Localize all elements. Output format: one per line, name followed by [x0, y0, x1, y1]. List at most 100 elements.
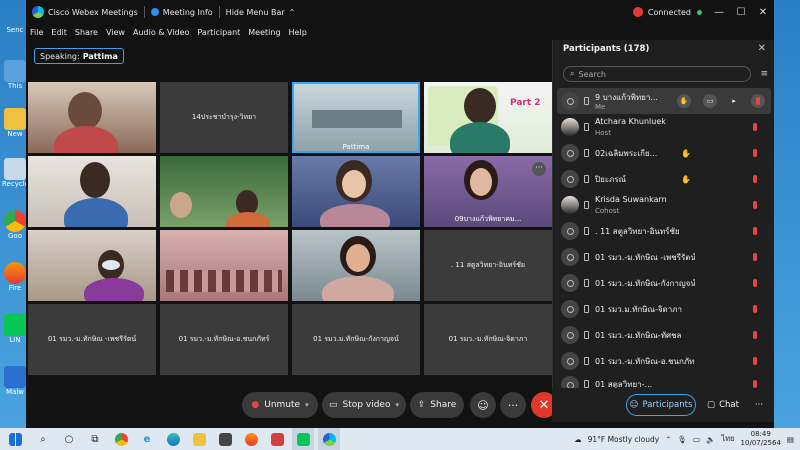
menu-view[interactable]: View: [106, 28, 125, 37]
close-panel-button[interactable]: ✕: [758, 43, 766, 54]
video-tile[interactable]: [28, 82, 156, 153]
microphone-icon[interactable]: 🎙: [677, 435, 687, 444]
folder-icon[interactable]: [4, 108, 26, 130]
phone-icon: [584, 253, 589, 261]
participant-row[interactable]: 01 รมว.-ม.ทักษิณ-อ.ชนกภัทร์: [557, 348, 771, 374]
video-tile[interactable]: [160, 156, 288, 227]
participants-toggle-button[interactable]: ☺ Participants: [626, 394, 696, 416]
video-tile[interactable]: 01 รมว.-ม.ทักษิณ -เพชรีรัตน์: [28, 304, 156, 375]
menu-participant[interactable]: Participant: [197, 28, 240, 37]
share-screen-button[interactable]: ▭: [703, 94, 717, 108]
participant-row[interactable]: . 11 สตูลวิทยา-อินทร์ชัย: [557, 218, 771, 244]
internet-explorer-icon[interactable]: e: [136, 428, 158, 450]
video-tile[interactable]: 01 รมว.-ม.ทักษิณ-จิดาภา: [424, 304, 552, 375]
sort-icon[interactable]: ≡: [760, 69, 768, 79]
tile-name: . 11 สตูลวิทยา-อินทร์ชัย: [450, 261, 525, 269]
store-icon[interactable]: [214, 428, 236, 450]
edge-icon[interactable]: [162, 428, 184, 450]
firefox-icon[interactable]: [4, 262, 26, 284]
tile-more-button[interactable]: ···: [532, 162, 546, 176]
more-options-button[interactable]: ···: [500, 392, 526, 418]
video-tile[interactable]: Part 2: [424, 82, 552, 153]
participant-search-input[interactable]: [578, 69, 729, 79]
video-tile[interactable]: 01 รมว.-ม.ทักษิณ-อ.ชนกภัทร์: [160, 304, 288, 375]
avatar: [561, 326, 579, 344]
participant-row[interactable]: 01 รมว.ม.ทักษิณ-จิดาภา: [557, 296, 771, 322]
tile-caption: 09บางแก้วพิทยาคม...: [454, 215, 522, 223]
participant-row[interactable]: 02เฉลิมพระเกีย... ✋: [557, 140, 771, 166]
minimize-button[interactable]: —: [708, 7, 730, 18]
volume-icon[interactable]: 🔈: [706, 435, 715, 444]
avatar: [561, 144, 579, 162]
stop-video-button[interactable]: ▭ Stop video ▾: [322, 392, 406, 418]
chat-button[interactable]: ▢ Chat: [700, 394, 746, 416]
input-language[interactable]: ไทย: [721, 433, 734, 445]
unmute-button[interactable]: ● Unmute ▾: [242, 392, 318, 418]
participant-row[interactable]: Krisda Suwankarn Cohost: [557, 192, 771, 218]
hide-menu-bar-button[interactable]: Hide Menu Bar ⌃: [220, 8, 302, 17]
share-button[interactable]: ⇪ Share: [410, 392, 464, 418]
participant-video: [170, 192, 192, 218]
mute-toggle-button[interactable]: [751, 94, 765, 108]
this-pc-icon[interactable]: [4, 60, 26, 82]
task-view-icon[interactable]: ⧉: [84, 428, 106, 450]
video-tile[interactable]: [292, 156, 420, 227]
chevron-up-icon[interactable]: ⌃: [665, 435, 671, 444]
video-tile-active-speaker[interactable]: Pattima: [292, 82, 420, 153]
video-camera-icon[interactable]: ▸: [727, 94, 741, 108]
video-tile[interactable]: 14ประชาบำรุง-วิทยา: [160, 82, 288, 153]
menu-audio-video[interactable]: Audio & Video: [133, 28, 189, 37]
weather-text[interactable]: 91°F Mostly cloudy: [588, 435, 660, 444]
recycle-bin-icon[interactable]: [4, 158, 26, 180]
menu-meeting[interactable]: Meeting: [248, 28, 280, 37]
reactions-button[interactable]: ☺: [470, 392, 496, 418]
menu-file[interactable]: File: [30, 28, 43, 37]
video-tile[interactable]: 01 รมว.ม.ทักษิณ-กังกาญจน์: [292, 304, 420, 375]
clock[interactable]: 08:49 10/07/2564: [741, 430, 781, 448]
line-icon[interactable]: [4, 314, 26, 336]
desktop-label: Malw: [6, 388, 24, 396]
network-icon[interactable]: ▭: [693, 435, 700, 444]
video-tile[interactable]: [292, 230, 420, 301]
mic-muted-icon: [753, 227, 757, 235]
meeting-info-button[interactable]: Meeting Info: [145, 8, 219, 17]
video-tile[interactable]: ··· 09บางแก้วพิทยาคม...: [424, 156, 552, 227]
connection-alert-icon[interactable]: [632, 7, 643, 17]
video-tile[interactable]: [28, 156, 156, 227]
start-button[interactable]: [4, 428, 26, 450]
notifications-icon[interactable]: ▤: [787, 435, 794, 444]
panel-more-button[interactable]: ···: [748, 394, 770, 416]
participant-row[interactable]: Atchara Khunluek Host: [557, 114, 771, 140]
participant-row[interactable]: 01 สตูลวิทยา-...: [557, 372, 771, 388]
participant-row[interactable]: 01 รมว.-ม.ทักษิณ-ทัศชล: [557, 322, 771, 348]
maximize-button[interactable]: ☐: [730, 7, 752, 18]
participant-row[interactable]: 01 รมว.-ม.ทักษิณ-กังกาญจน์: [557, 270, 771, 296]
user-icon: [566, 227, 574, 235]
menu-share[interactable]: Share: [75, 28, 98, 37]
participant-row[interactable]: 01 รมว.-ม.ทักษิณ -เพชรีรัตน์: [557, 244, 771, 270]
search-icon[interactable]: ⌕: [32, 428, 54, 450]
menu-help[interactable]: Help: [289, 28, 307, 37]
raise-hand-button[interactable]: ✋: [677, 94, 691, 108]
media-icon[interactable]: [266, 428, 288, 450]
line-icon[interactable]: [292, 428, 314, 450]
chrome-icon[interactable]: [110, 428, 132, 450]
menu-edit[interactable]: Edit: [51, 28, 67, 37]
webex-taskbar-icon[interactable]: [318, 428, 340, 450]
participant-name: Krisda Suwankarn: [595, 195, 667, 204]
unmute-label: Unmute: [264, 400, 301, 410]
raised-hand-icon: ✋: [681, 148, 691, 158]
participant-name: . 11 สตูลวิทยา-อินทร์ชัย: [595, 226, 680, 236]
malwarebytes-icon[interactable]: [4, 366, 26, 388]
close-window-button[interactable]: ✕: [752, 7, 774, 18]
firefox-icon[interactable]: [240, 428, 262, 450]
video-tile[interactable]: . 11 สตูลวิทยา-อินทร์ชัย: [424, 230, 552, 301]
video-tile[interactable]: [28, 230, 156, 301]
cortana-icon[interactable]: ○: [58, 428, 80, 450]
file-explorer-icon[interactable]: [188, 428, 210, 450]
participant-role: Host: [595, 129, 611, 137]
participant-row[interactable]: ปิยะภรณ์ ✋: [557, 166, 771, 192]
chrome-icon[interactable]: [4, 210, 26, 232]
video-tile[interactable]: [160, 230, 288, 301]
participant-row-me[interactable]: 9 บางแก้วพิทยา... Me ✋ ▭ ▸: [557, 88, 771, 114]
